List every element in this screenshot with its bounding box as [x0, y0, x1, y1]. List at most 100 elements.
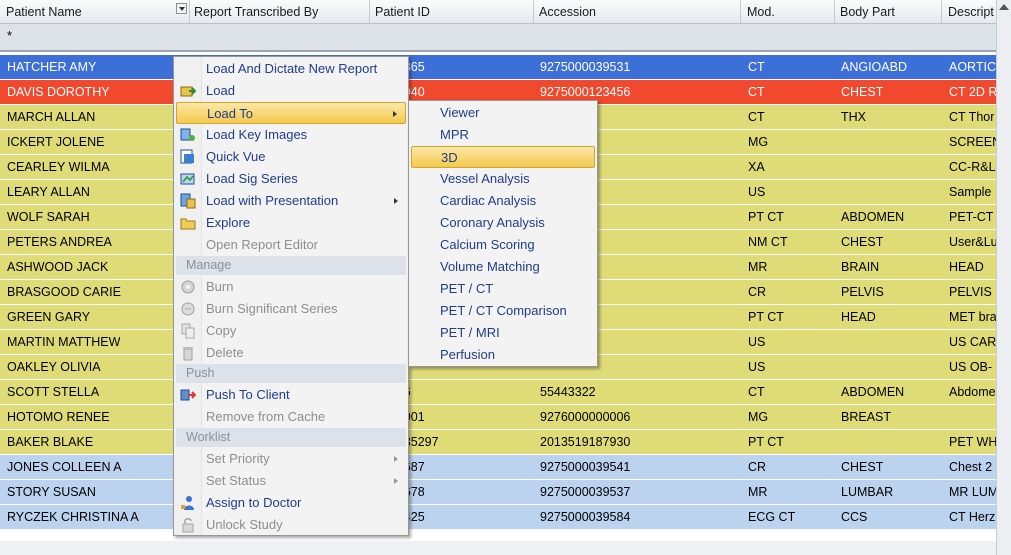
- cell-desc: CT 2D R: [949, 85, 996, 99]
- cell-mod: CT: [748, 110, 765, 124]
- load-to-submenu: Viewer MPR 3D Vessel Analysis Cardiac Analys…: [408, 100, 598, 367]
- menu-item-label: Load Sig Series: [206, 171, 298, 186]
- column-header-report-transcribed-by[interactable]: Report Transcribed By: [188, 0, 370, 24]
- menu-item-load-with-presentation[interactable]: Load with Presentation: [176, 190, 406, 212]
- cell-desc: MET bra: [949, 310, 996, 324]
- menu-item-load[interactable]: Load: [176, 80, 406, 102]
- submenu-item-pet-ct[interactable]: PET / CT: [411, 278, 595, 300]
- column-label: Descript: [948, 5, 994, 19]
- explore-icon: [180, 215, 196, 231]
- scroll-up-icon[interactable]: [999, 4, 1009, 10]
- table-row[interactable]: HATCHER AMY79843659275000039531CTANGIOAB…: [0, 55, 996, 80]
- cell-desc: CC-R&L: [949, 160, 996, 174]
- submenu-item-mpr[interactable]: MPR: [411, 124, 595, 146]
- sig-series-icon: [180, 171, 196, 187]
- submenu-item-pet-mri[interactable]: PET / MRI: [411, 322, 595, 344]
- submenu-item-pet-ct-comparison[interactable]: PET / CT Comparison: [411, 300, 595, 322]
- menu-item-set-status[interactable]: Set Status: [176, 470, 406, 492]
- submenu-item-volume-matching[interactable]: Volume Matching: [411, 256, 595, 278]
- submenu-item-label: PET / MRI: [440, 325, 500, 340]
- cell-desc: User&Lu: [949, 235, 996, 249]
- table-row[interactable]: JONES COLLEEN A46546879275000039541CRCHE…: [0, 455, 996, 480]
- horizontal-scrollbar[interactable]: [0, 541, 996, 555]
- cell-name: PETERS ANDREA: [7, 235, 112, 249]
- column-header-accession[interactable]: Accession: [533, 0, 741, 24]
- column-header-patient-id[interactable]: Patient ID: [369, 0, 534, 24]
- cell-mod: MR: [748, 485, 768, 499]
- menu-item-push-to-client[interactable]: Push To Client: [176, 384, 406, 406]
- cell-body: [834, 130, 841, 154]
- cell-body: ABDOMEN: [841, 385, 905, 399]
- menu-item-explore[interactable]: Explore: [176, 212, 406, 234]
- submenu-arrow-icon: [394, 478, 398, 484]
- menu-section-push: Push: [176, 364, 406, 383]
- cell-acc: 55443322: [540, 385, 596, 399]
- menu-item-burn[interactable]: Burn: [176, 276, 406, 298]
- cell-body: [834, 330, 841, 354]
- menu-item-load-and-dictate-new-report[interactable]: Load And Dictate New Report: [176, 58, 406, 80]
- delete-icon: [180, 345, 196, 361]
- column-label: Accession: [539, 5, 596, 19]
- cell-body: LUMBAR: [841, 485, 894, 499]
- menu-item-quick-vue[interactable]: Quick Vue: [176, 146, 406, 168]
- cell-mod: MR: [748, 260, 768, 274]
- submenu-item-calcium-scoring[interactable]: Calcium Scoring: [411, 234, 595, 256]
- menu-item-burn-significant-series[interactable]: Burn Significant Series: [176, 298, 406, 320]
- menu-item-unlock-study[interactable]: Unlock Study: [176, 514, 406, 536]
- cell-name: STORY SUSAN: [7, 485, 96, 499]
- table-row[interactable]: BAKER BLAKE1600352972013519187930PT CTPE…: [0, 430, 996, 455]
- column-filter-button[interactable]: [176, 3, 187, 14]
- column-header-patient-name[interactable]: Patient Name: [0, 0, 190, 24]
- menu-section-manage: Manage: [176, 256, 406, 275]
- submenu-item-perfusion[interactable]: Perfusion: [411, 344, 595, 366]
- cell-desc: [942, 405, 949, 429]
- cell-mod: MG: [748, 135, 769, 149]
- cell-mod: MG: [748, 410, 769, 424]
- table-row[interactable]: HOTOMO RENEE00000019276000000006MGBREAST: [0, 405, 996, 430]
- column-header-modality[interactable]: Mod.: [741, 0, 835, 24]
- cell-mod: CT: [748, 385, 765, 399]
- cell-name: DAVIS DOROTHY: [7, 85, 110, 99]
- vertical-scrollbar[interactable]: [996, 0, 1011, 555]
- context-menu: Load And Dictate New Report Load Load To Lo…: [173, 56, 409, 536]
- column-header-description[interactable]: Descript: [942, 0, 996, 24]
- quick-vue-icon: [180, 149, 196, 165]
- table-row[interactable]: STORY SUSAN54786789275000039537MRLUMBARM…: [0, 480, 996, 505]
- cell-desc: US OB- 1: [949, 360, 996, 374]
- table-row[interactable]: RYCZEK CHRISTINA A59814259275000039584EC…: [0, 505, 996, 530]
- menu-item-delete[interactable]: Delete: [176, 342, 406, 364]
- column-label: Patient ID: [375, 5, 430, 19]
- cell-desc: CT Herz: [949, 510, 996, 524]
- filter-row[interactable]: *: [0, 24, 996, 52]
- cell-desc: HEAD: [949, 260, 984, 274]
- menu-item-load-to[interactable]: Load To: [176, 102, 406, 124]
- cell-body: CHEST: [841, 85, 884, 99]
- submenu-item-vessel-analysis[interactable]: Vessel Analysis: [411, 168, 595, 190]
- submenu-item-cardiac-analysis[interactable]: Cardiac Analysis: [411, 190, 595, 212]
- cell-name: ICKERT JOLENE: [7, 135, 105, 149]
- table-row[interactable]: SCOTT STELLA4600655443322CTABDOMENAbdome: [0, 380, 996, 405]
- menu-item-set-priority[interactable]: Set Priority: [176, 448, 406, 470]
- menu-item-label: Load with Presentation: [206, 193, 339, 208]
- cell-name: ASHWOOD JACK: [7, 260, 109, 274]
- submenu-item-viewer[interactable]: Viewer: [411, 102, 595, 124]
- menu-item-assign-to-doctor[interactable]: Assign to Doctor: [176, 492, 406, 514]
- submenu-item-3d[interactable]: 3D: [411, 146, 595, 168]
- menu-item-label: Burn Significant Series: [206, 301, 338, 316]
- cell-name: LEARY ALLAN: [7, 185, 90, 199]
- submenu-item-label: 3D: [441, 150, 458, 165]
- menu-item-copy[interactable]: Copy: [176, 320, 406, 342]
- menu-item-remove-from-cache[interactable]: Remove from Cache: [176, 406, 406, 428]
- cell-acc: 9275000039537: [540, 485, 631, 499]
- submenu-item-coronary-analysis[interactable]: Coronary Analysis: [411, 212, 595, 234]
- menu-item-open-report-editor[interactable]: Open Report Editor: [176, 234, 406, 256]
- menu-item-load-key-images[interactable]: Load Key Images: [176, 124, 406, 146]
- submenu-arrow-icon: [393, 111, 397, 117]
- cell-name: SCOTT STELLA: [7, 385, 100, 399]
- menu-item-label: Explore: [206, 215, 251, 230]
- column-header-body-part[interactable]: Body Part: [834, 0, 942, 24]
- menu-item-load-sig-series[interactable]: Load Sig Series: [176, 168, 406, 190]
- cell-desc: Sample: [949, 185, 992, 199]
- menu-item-label: Load: [206, 83, 235, 98]
- cell-name: OAKLEY OLIVIA: [7, 360, 101, 374]
